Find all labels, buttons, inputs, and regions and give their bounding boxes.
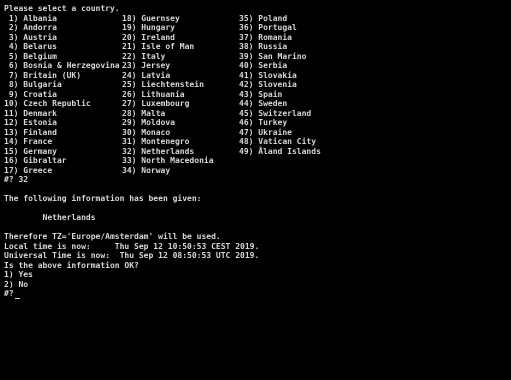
final-prompt: #? [4,289,14,298]
country-option: 41) Slovakia [239,70,297,80]
country-option: 27) Luxembourg [122,99,190,108]
country-row: 4) Belarus 21) Isle of Man 38) Russia [4,42,509,52]
country-input-line: #? 32 [4,175,29,184]
country-option: 3) Austria [4,32,57,42]
country-option: 21) Isle of Man [122,42,195,51]
country-option: 23) Jersey [122,61,171,70]
country-option: 7) Britain (UK) [4,70,82,80]
country-option: 34) Norway [122,165,171,175]
country-option: 31) Montenegro [122,137,190,146]
country-option: 20) Ireland [122,32,175,42]
country-option: 32) Netherlands [122,146,195,156]
country-option: 18) Guernsey [122,13,180,23]
country-option: 43) Spain [239,89,283,99]
country-row: 11) Denmark 28) Malta 45) Switzerland [4,109,509,119]
option-yes[interactable]: 1) Yes [4,270,33,280]
country-option: 40) Serbia [239,61,288,70]
final-prompt-line[interactable]: #? [4,289,20,299]
country-option: 44) Sweden [239,99,288,108]
country-row: 7) Britain (UK) 24) Latvia 41) Slovakia [4,71,509,81]
country-option: 47) Ukraine [239,127,292,137]
country-row: 2) Andorra 19) Hungary 36) Portugal [4,23,509,33]
country-row: 14) France 31) Montenegro 48) Vatican Ci… [4,137,509,147]
country-option: 24) Latvia [122,70,171,80]
country-option: 48) Vatican City [239,137,317,146]
info-header: The following information has been given… [4,194,202,203]
country-option: 45) Switzerland [239,108,312,118]
country-option: 12) Estonia [4,118,57,127]
country-option: 16) Gibraltar [4,156,67,165]
country-option: 36) Portugal [239,23,297,32]
country-option: 25) Liechtenstein [122,80,204,89]
country-option: 39) San Marino [239,51,307,61]
country-option: 49) Åland Islands [239,146,321,156]
country-option: 6) Bosnia & Herzegovina [4,61,120,70]
country-row: 12) Estonia 29) Moldova 46) Turkey [4,118,509,128]
country-option: 29) Moldova [122,118,175,127]
country-option: 1) Albania [4,13,57,23]
country-option: 15) Germany [4,146,57,156]
country-option: 17) Greece [4,165,53,175]
confirm-question: Is the above information OK? [4,260,139,270]
utc-time-line: Universal Time is now: Thu Sep 12 08:50:… [4,251,260,260]
option-no[interactable]: 2) No [4,280,28,290]
country-option: 28) Malta [122,108,166,118]
country-row: 8) Bulgaria 25) Liechtenstein 42) Sloven… [4,80,509,90]
country-option: 19) Hungary [122,23,175,32]
country-option: 30) Monaco [122,127,171,137]
country-option: 13) Finland [4,127,57,137]
select-country-prompt: Please select a country. [4,4,120,13]
timezone-line: Therefore TZ='Europe/Amsterdam' will be … [4,232,221,241]
country-row: 6) Bosnia & Herzegovina 23) Jersey 40) S… [4,61,509,71]
country-option: 11) Denmark [4,108,57,118]
country-option: 38) Russia [239,42,288,51]
country-row: 3) Austria 20) Ireland 37) Romania [4,33,509,43]
terminal-window[interactable]: Please select a country. 1) Albania 18) … [0,0,511,347]
country-option: 42) Slovenia [239,80,297,89]
country-option: 26) Lithuania [122,89,185,99]
country-option: 9) Croatia [4,89,57,99]
country-option: 37) Romania [239,32,292,42]
country-option: 22) Italy [122,51,166,61]
country-option: 5) Belgium [4,51,57,61]
country-row: 17) Greece 34) Norway [4,166,509,176]
selected-country: Netherlands [4,213,96,222]
text-cursor [14,297,20,299]
country-option: 2) Andorra [4,23,57,32]
country-row: 9) Croatia 26) Lithuania 43) Spain [4,90,509,100]
country-row: 1) Albania 18) Guernsey 35) Poland [4,14,509,24]
country-option: 33) North Macedonia [122,156,214,165]
country-option: 14) France [4,137,53,146]
country-option: 46) Turkey [239,118,288,127]
country-row: 5) Belgium 22) Italy 39) San Marino [4,52,509,62]
country-option: 8) Bulgaria [4,80,62,89]
country-row: 15) Germany 32) Netherlands 49) Åland Is… [4,147,509,157]
local-time-line: Local time is now: Thu Sep 12 10:50:53 C… [4,241,260,251]
country-row: 16) Gibraltar 33) North Macedonia [4,156,509,166]
country-option: 10) Czech Republic [4,99,91,108]
country-option: 4) Belarus [4,42,57,51]
country-row: 10) Czech Republic 27) Luxembourg 44) Sw… [4,99,509,109]
country-row: 13) Finland 30) Monaco 47) Ukraine [4,128,509,138]
country-option: 35) Poland [239,13,288,23]
